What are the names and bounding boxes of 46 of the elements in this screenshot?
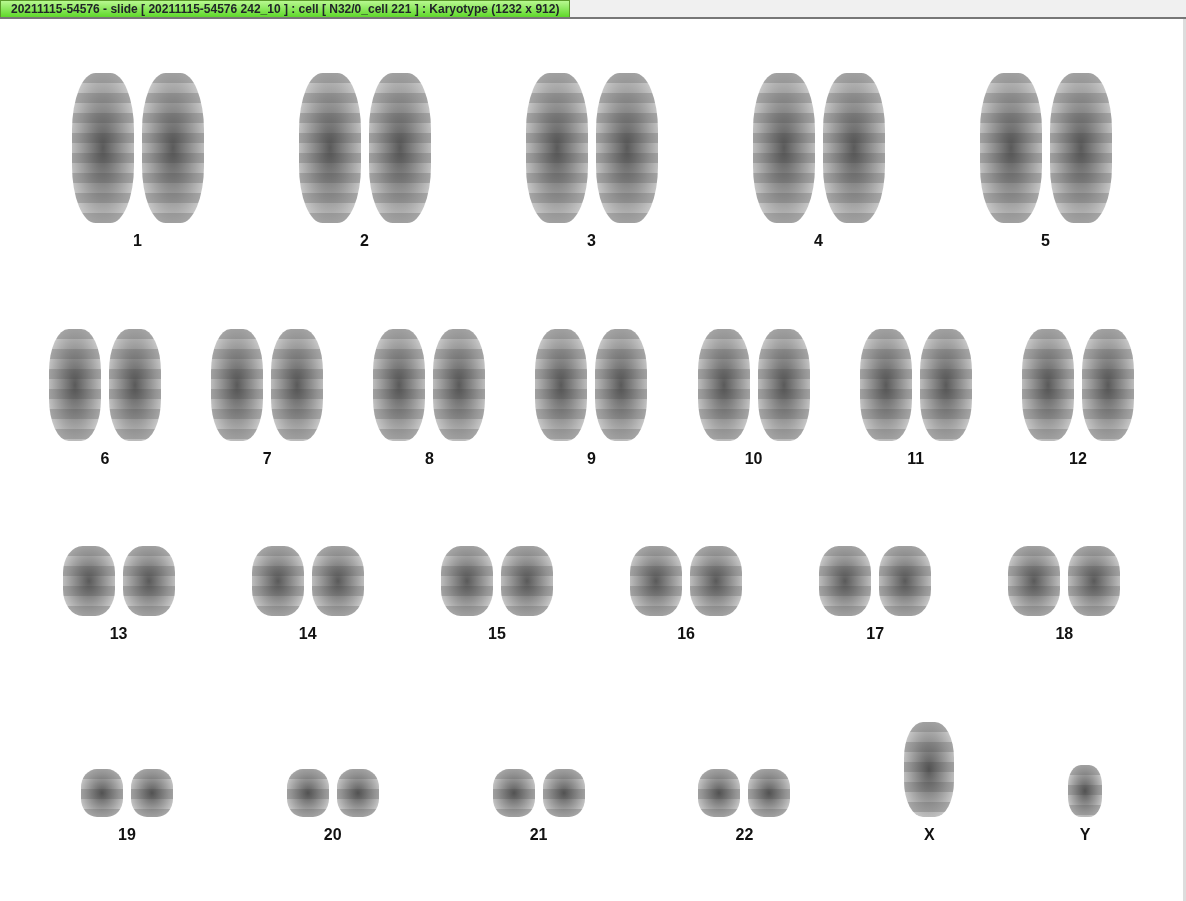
chromosome-image	[440, 546, 493, 617]
chromosome-image	[819, 546, 872, 617]
chromosome-label: 13	[109, 624, 128, 645]
chromosome-image	[336, 769, 379, 818]
chromosome-label: 4	[814, 230, 823, 251]
chromosome-image	[1008, 546, 1061, 617]
chromosome-image	[122, 546, 175, 617]
chromosome-label: 17	[866, 624, 885, 645]
chromosome-image	[1068, 546, 1121, 617]
chromosome-label: 16	[677, 624, 695, 645]
chromosome-label: 3	[587, 230, 596, 251]
chromosome-image	[251, 546, 304, 617]
chromosome-label: X	[923, 825, 935, 846]
chromosome-image	[130, 769, 173, 818]
chromosome-label: 15	[488, 624, 506, 645]
chromosome-label: 12	[1069, 448, 1087, 469]
chromosome-label: 1	[133, 230, 142, 251]
chromosome-label: 14	[298, 624, 317, 645]
chromosome-image	[492, 769, 535, 818]
chromosome-image	[311, 546, 364, 617]
chromosome-image	[62, 546, 115, 617]
chromosome-label: 9	[587, 448, 596, 469]
chromosome-image	[1068, 765, 1103, 818]
chromosome-label: 18	[1055, 624, 1074, 645]
chromosome-label: 5	[1041, 230, 1050, 251]
chromosome-label: 7	[262, 448, 272, 469]
chromosome-image	[286, 769, 329, 818]
chromosome-label: 10	[744, 448, 763, 469]
window-tab[interactable]: 20211115-54576 - slide [ 20211115-54576 242_10 ] : cell [ N32/0_cell 221 ] : Karyotype (1232 x 912)	[0, 0, 571, 17]
chromosome-label: 21	[529, 825, 548, 846]
chromosome-label: Y	[1079, 825, 1091, 846]
chromosome-label: 8	[424, 448, 434, 469]
chromosome-label: 22	[735, 825, 754, 846]
chromosome-image	[80, 769, 123, 818]
chromosome-image	[698, 769, 741, 818]
chromosome-label: 20	[323, 825, 342, 846]
chromosome-label: 2	[360, 230, 369, 251]
chromosome-image	[630, 546, 683, 617]
chromosome-label: 6	[100, 448, 110, 469]
chromosome-image	[690, 546, 743, 617]
chromosome-image	[500, 546, 553, 617]
chromosome-image	[542, 769, 585, 818]
chromosome-image	[879, 546, 932, 617]
chromosome-image	[748, 769, 791, 818]
chromosome-label: 19	[118, 825, 136, 846]
chromosome-label: 11	[907, 448, 925, 469]
